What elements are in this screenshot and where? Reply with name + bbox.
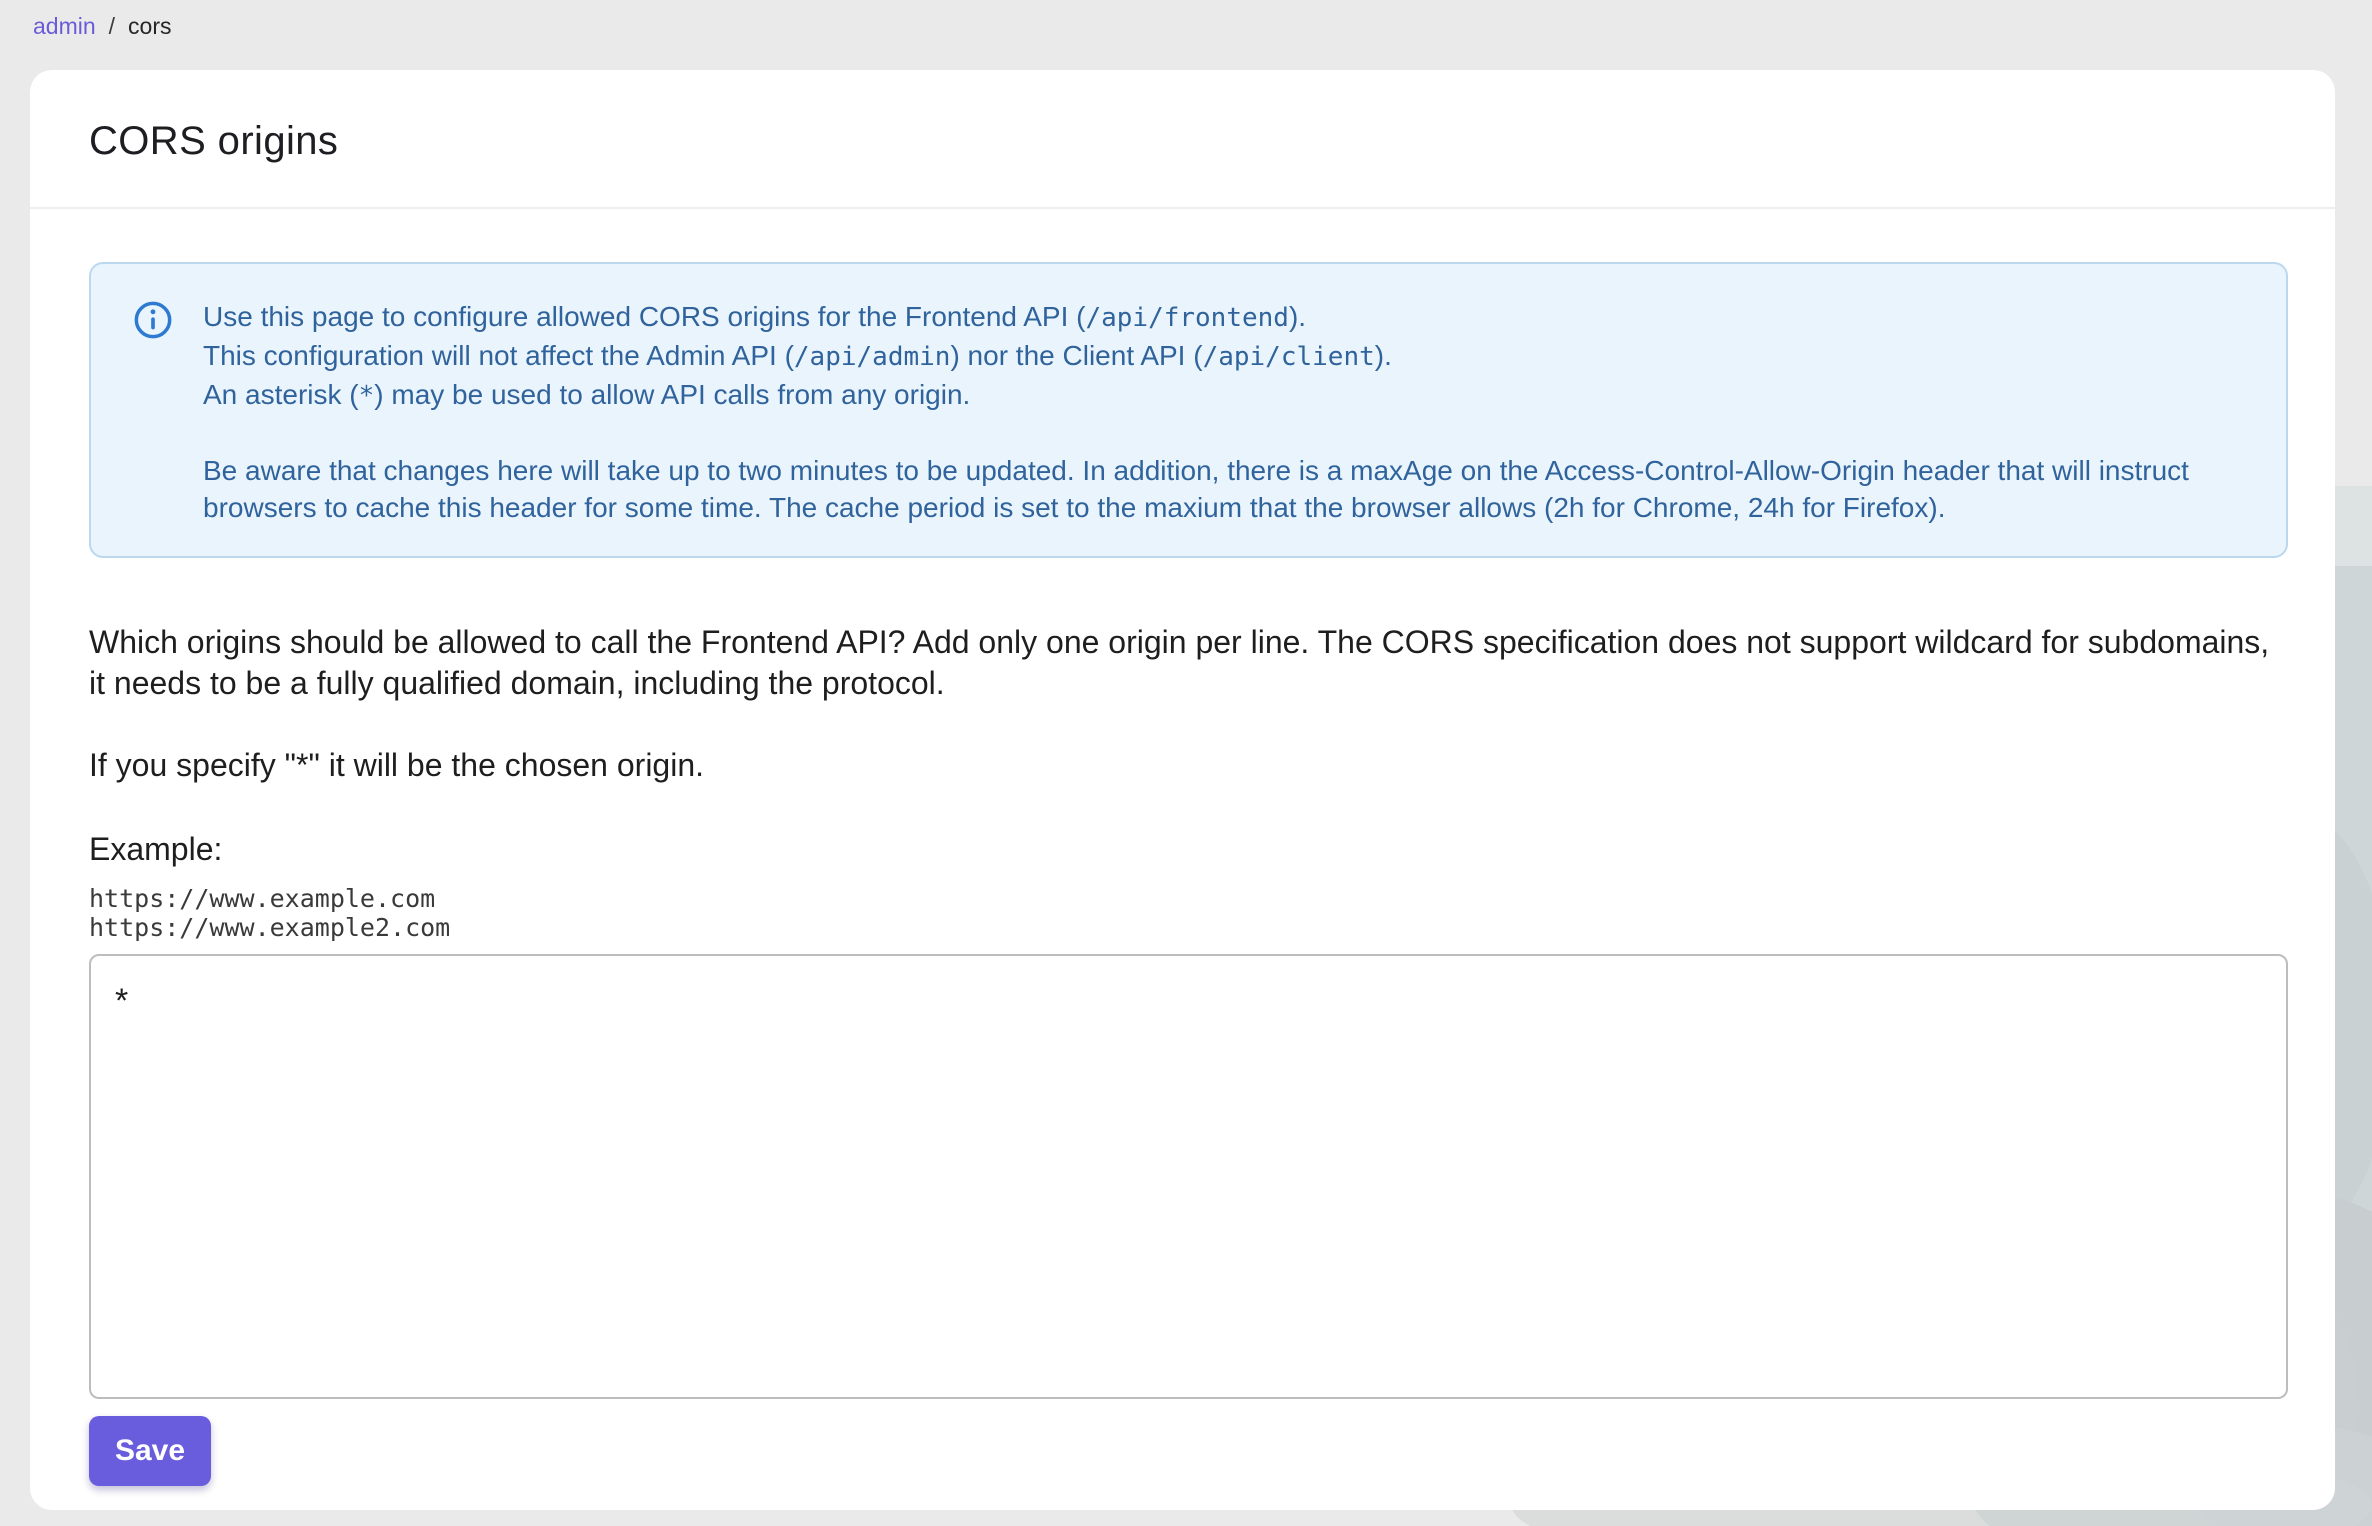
code-api-frontend: /api/frontend	[1085, 303, 1289, 333]
code-api-client: /api/client	[1202, 342, 1375, 372]
card-header: CORS origins	[30, 70, 2335, 209]
origins-description: Which origins should be allowed to call …	[89, 624, 2270, 701]
example-label: Example:	[89, 831, 223, 867]
card-body: Use this page to configure allowed CORS …	[30, 209, 2335, 1486]
info-icon	[133, 298, 173, 526]
info-line1: Use this page to configure allowed CORS …	[203, 301, 1307, 333]
code-asterisk: *	[358, 381, 375, 411]
cors-card: CORS origins Use this page to configure …	[30, 70, 2335, 1510]
breadcrumb: admin / cors	[33, 12, 172, 40]
cors-origins-textarea[interactable]: *	[89, 954, 2288, 1399]
cors-admin-page: admin / cors CORS origins Use this page …	[0, 0, 2372, 1526]
wildcard-note: If you specify "*" it will be the chosen…	[89, 747, 705, 783]
example-origin-1: https://www.example.com	[89, 884, 436, 913]
save-button[interactable]: Save	[89, 1416, 211, 1486]
info-paragraph-1: Use this page to configure allowed CORS …	[203, 298, 2242, 415]
example-origin-2: https://www.example2.com	[89, 913, 451, 942]
breadcrumb-link-admin[interactable]: admin	[33, 12, 96, 40]
info-banner: Use this page to configure allowed CORS …	[89, 262, 2288, 558]
info-line3: An asterisk (*) may be used to allow API…	[203, 379, 971, 411]
example-origins: https://www.example.com https://www.exam…	[89, 884, 2288, 942]
breadcrumb-current-cors: cors	[128, 13, 172, 39]
info-banner-text: Use this page to configure allowed CORS …	[203, 298, 2242, 526]
info-line2: This configuration will not affect the A…	[203, 340, 1392, 372]
code-api-admin: /api/admin	[793, 342, 951, 372]
info-paragraph-2: Be aware that changes here will take up …	[203, 455, 2189, 523]
breadcrumb-separator: /	[108, 13, 116, 39]
page-title: CORS origins	[89, 119, 339, 163]
